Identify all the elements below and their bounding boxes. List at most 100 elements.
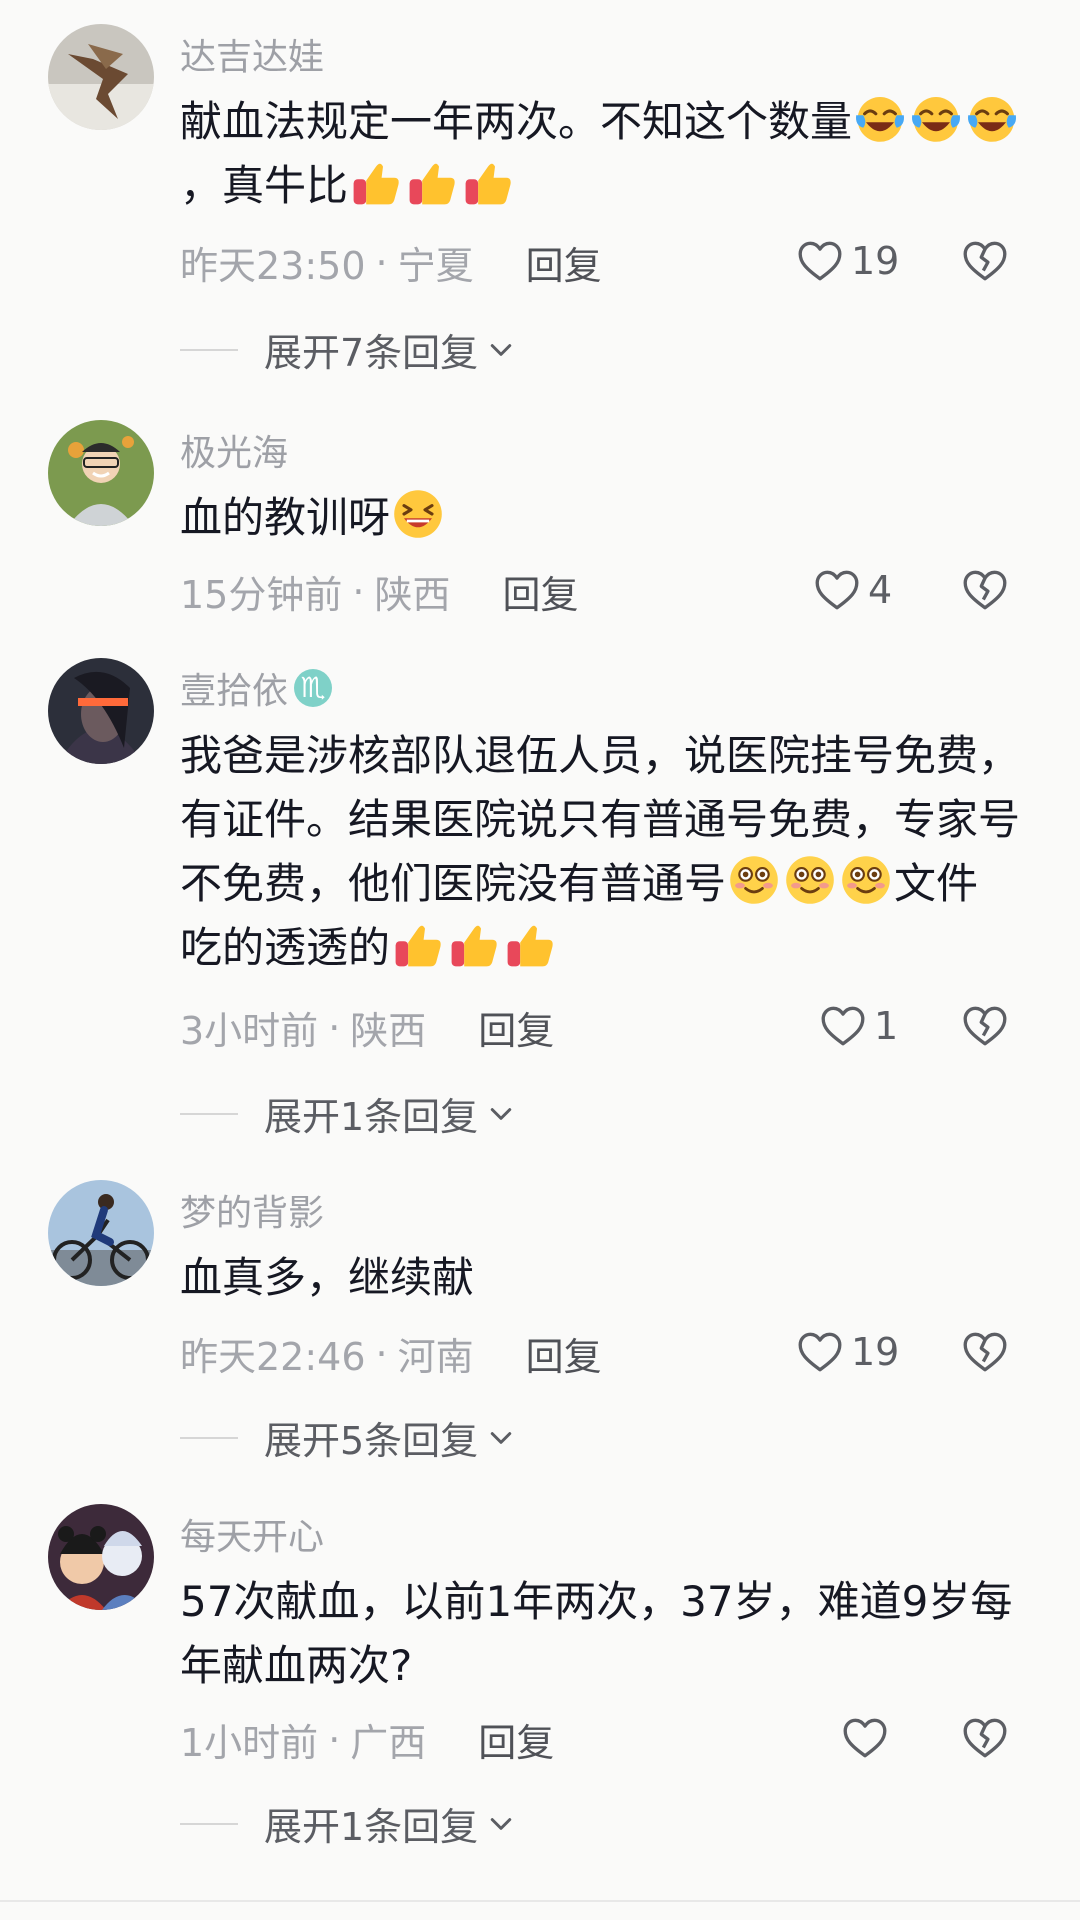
broken-heart-icon xyxy=(960,236,1010,286)
reply-button[interactable]: 回复 xyxy=(478,1712,554,1767)
comment-text-part: 血的教训呀 xyxy=(180,493,391,542)
expand-replies[interactable]: 展开7条回复 xyxy=(180,322,516,377)
dislike-button[interactable] xyxy=(960,565,1010,615)
broken-heart-icon xyxy=(960,565,1010,615)
comment-list: 达吉达娃 献血法规定一年两次。不知这个数量 ，真牛比 昨天23:50 · 宁夏 回… xyxy=(0,0,1080,1920)
like-button[interactable]: 4 xyxy=(812,565,892,615)
divider-line xyxy=(180,1436,238,1439)
heart-outline-icon xyxy=(818,1001,868,1051)
comment-text: 血的教训呀 xyxy=(180,486,1020,550)
location: 广西 xyxy=(350,1721,427,1765)
expand-replies-label[interactable]: 展开1条回复 xyxy=(264,1086,478,1141)
chevron-down-icon xyxy=(486,1423,516,1453)
location: 宁夏 xyxy=(397,244,474,288)
username[interactable]: 梦的背影 xyxy=(180,1184,324,1236)
meta-separator: · xyxy=(328,1717,341,1762)
expand-replies[interactable]: 展开1条回复 xyxy=(180,1086,516,1141)
meta-separator: · xyxy=(328,1005,341,1050)
grin-emoji xyxy=(390,486,446,542)
laugh-cry-emoji xyxy=(908,90,964,146)
reply-button[interactable]: 回复 xyxy=(478,1000,554,1055)
divider-line xyxy=(180,1112,238,1115)
avatar[interactable] xyxy=(48,420,154,526)
expand-replies[interactable]: 展开5条回复 xyxy=(180,1410,516,1465)
timestamp: 1小时前 xyxy=(180,1721,319,1765)
thumbs-up-emoji xyxy=(446,916,502,972)
comment-meta: 15分钟前 · 陕西 回复 xyxy=(180,564,578,619)
blush-smile-emoji xyxy=(726,852,782,908)
timestamp: 昨天23:50 xyxy=(180,244,366,288)
username[interactable]: 极光海 xyxy=(180,424,288,476)
avatar[interactable] xyxy=(48,1180,154,1286)
comment-text: 献血法规定一年两次。不知这个数量 ，真牛比 xyxy=(180,90,1020,218)
like-button[interactable]: 19 xyxy=(795,1327,899,1377)
avatar[interactable] xyxy=(48,24,154,130)
like-count: 1 xyxy=(874,1004,899,1048)
username-text[interactable]: 壹拾依 xyxy=(180,662,288,714)
like-button[interactable]: 19 xyxy=(795,236,899,286)
broken-heart-icon xyxy=(960,1327,1010,1377)
like-button[interactable]: 1 xyxy=(818,1001,898,1051)
username[interactable]: 达吉达娃 xyxy=(180,28,324,80)
comment-meta: 1小时前 · 广西 回复 xyxy=(180,1712,554,1767)
meta-separator: · xyxy=(375,240,388,285)
chevron-down-icon xyxy=(486,1809,516,1839)
expand-replies-label[interactable]: 展开7条回复 xyxy=(264,322,478,377)
dislike-button[interactable] xyxy=(960,236,1010,286)
location: 陕西 xyxy=(374,573,451,617)
dislike-button[interactable] xyxy=(960,1001,1010,1051)
thumbs-up-emoji xyxy=(404,154,460,210)
comment-text: 我爸是涉核部队退伍人员，说医院挂号免费，有证件。结果医院说只有普通号免费，专家号… xyxy=(180,724,1020,980)
heart-outline-icon xyxy=(840,1713,890,1763)
thumbs-up-emoji xyxy=(460,154,516,210)
like-count: 19 xyxy=(851,1330,900,1374)
blush-smile-emoji xyxy=(838,852,894,908)
comment-text: 血真多，继续献 xyxy=(180,1246,1020,1310)
comment-text-part: 献血法规定一年两次。不知这个数量 xyxy=(180,97,853,146)
thumbs-up-emoji xyxy=(390,916,446,972)
location: 河南 xyxy=(397,1335,474,1379)
thumbs-up-emoji xyxy=(502,916,558,972)
laugh-cry-emoji xyxy=(964,90,1020,146)
username-text[interactable]: 极光海 xyxy=(180,424,288,476)
location: 陕西 xyxy=(350,1009,427,1053)
reply-button[interactable]: 回复 xyxy=(526,1326,602,1381)
reply-button[interactable]: 回复 xyxy=(526,235,602,290)
timestamp: 昨天22:46 xyxy=(180,1335,366,1379)
blush-smile-emoji xyxy=(782,852,838,908)
comment-text: 57次献血，以前1年两次，37岁，难道9岁每年献血两次? xyxy=(180,1570,1020,1698)
like-count: 4 xyxy=(868,568,893,612)
chevron-down-icon xyxy=(486,335,516,365)
expand-replies-label[interactable]: 展开1条回复 xyxy=(264,1796,478,1851)
zodiac-badge-icon: ♏ xyxy=(294,669,333,707)
dislike-button[interactable] xyxy=(960,1713,1010,1763)
username-text[interactable]: 达吉达娃 xyxy=(180,28,324,80)
avatar[interactable] xyxy=(48,658,154,764)
heart-outline-icon xyxy=(795,236,845,286)
comment-meta: 3小时前 · 陕西 回复 xyxy=(180,1000,554,1055)
meta-separator: · xyxy=(375,1331,388,1376)
reply-button[interactable]: 回复 xyxy=(502,564,578,619)
divider-line xyxy=(180,1822,238,1825)
broken-heart-icon xyxy=(960,1713,1010,1763)
like-button[interactable] xyxy=(840,1713,896,1763)
comment-text-part: ，真牛比 xyxy=(180,161,349,210)
heart-outline-icon xyxy=(795,1327,845,1377)
username[interactable]: 壹拾依 ♏ xyxy=(180,662,333,714)
username-text[interactable]: 每天开心 xyxy=(180,1508,324,1560)
timestamp: 3小时前 xyxy=(180,1009,319,1053)
comment-text-part: 血真多，继续献 xyxy=(180,1253,475,1302)
username[interactable]: 每天开心 xyxy=(180,1508,324,1560)
dislike-button[interactable] xyxy=(960,1327,1010,1377)
avatar[interactable] xyxy=(48,1504,154,1610)
expand-replies-label[interactable]: 展开5条回复 xyxy=(264,1410,478,1465)
meta-separator: · xyxy=(352,569,365,614)
divider-line xyxy=(180,348,238,351)
username-text[interactable]: 梦的背影 xyxy=(180,1184,324,1236)
chevron-down-icon xyxy=(486,1099,516,1129)
expand-replies[interactable]: 展开1条回复 xyxy=(180,1796,516,1851)
laugh-cry-emoji xyxy=(852,90,908,146)
comment-meta: 昨天23:50 · 宁夏 回复 xyxy=(180,235,602,290)
bottom-divider xyxy=(0,1900,1080,1902)
like-count: 19 xyxy=(851,239,900,283)
